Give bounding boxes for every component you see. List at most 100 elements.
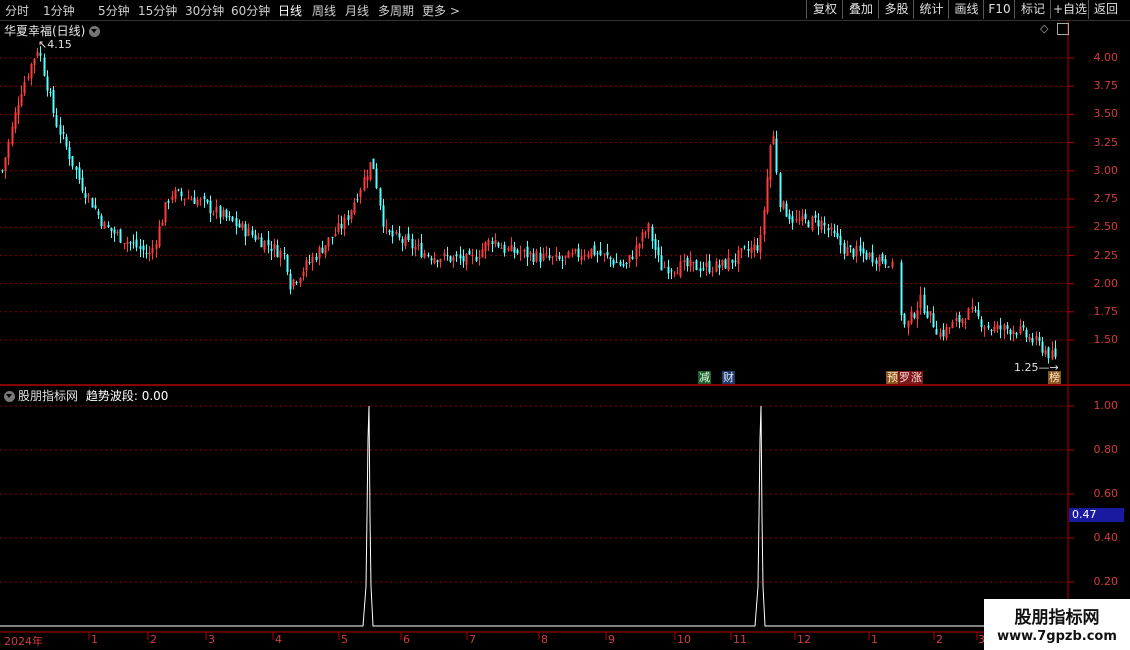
x-label-6: 6 — [403, 633, 410, 646]
candle-body — [1009, 329, 1012, 335]
candle-body — [548, 255, 551, 258]
candle-body — [529, 252, 532, 255]
candle-body — [228, 216, 231, 218]
candle-body — [750, 247, 753, 253]
candle-body — [542, 253, 545, 261]
candle-body — [865, 252, 868, 260]
candle-body — [641, 232, 644, 242]
candle-body — [503, 244, 506, 253]
candle-body — [814, 215, 817, 218]
x-label-7: 7 — [469, 633, 476, 646]
candle-body — [27, 77, 30, 79]
dropdown-circle-icon[interactable] — [89, 26, 101, 37]
candle-body — [564, 255, 567, 258]
candle-body — [439, 259, 442, 263]
indicator-source: 股朋指标网 — [18, 389, 79, 403]
y-tick-375: 3.75 — [1093, 79, 1119, 92]
candle-body — [737, 250, 740, 265]
candle-body — [884, 259, 887, 265]
candle-body — [20, 93, 23, 106]
candle-body — [823, 222, 826, 226]
candle-body — [862, 248, 865, 254]
candle-body — [734, 260, 737, 262]
candle-body — [622, 264, 625, 266]
candle-body — [967, 308, 970, 320]
indicator-value-label: 趋势波段: 0.00 — [85, 389, 169, 403]
candle-body — [567, 251, 570, 259]
candle-body — [462, 256, 465, 262]
candle-body — [606, 251, 609, 256]
candle-body — [705, 262, 708, 268]
diamond-icon[interactable]: ◇ — [1040, 22, 1048, 35]
candle-body — [494, 240, 497, 244]
candle-body — [59, 124, 62, 135]
candle-body — [711, 271, 714, 273]
candle-body — [756, 245, 759, 251]
candle-body — [715, 261, 718, 272]
candle-body — [903, 313, 906, 325]
candle-body — [299, 278, 302, 284]
candlesticks — [1, 46, 1057, 364]
candle-body — [407, 233, 410, 241]
trend-wave-line — [0, 405, 1066, 627]
candle-body — [379, 188, 382, 206]
candle-body — [660, 255, 663, 271]
candle-body — [724, 259, 727, 269]
candle-body — [420, 242, 423, 258]
candle-body — [318, 247, 321, 259]
window-toggle-icon[interactable] — [1057, 23, 1069, 35]
candle-body — [558, 256, 561, 260]
candle-body — [225, 209, 228, 218]
candle-body — [471, 254, 474, 256]
candle-body — [1015, 332, 1018, 335]
candle-body — [417, 244, 420, 246]
candle-body — [945, 326, 948, 338]
candle-body — [270, 248, 273, 252]
candle-body — [177, 189, 180, 191]
candle-body — [1047, 347, 1050, 359]
candle-body — [158, 225, 161, 247]
low-marker-value: 1.25 — [1014, 361, 1039, 374]
candle-body — [891, 261, 894, 268]
event-tag-finance[interactable]: 财 — [722, 371, 735, 384]
candle-body — [692, 261, 695, 264]
event-tag-reduce[interactable]: 减 — [698, 371, 711, 384]
candle-body — [244, 224, 247, 237]
kline-chart[interactable] — [0, 0, 1130, 650]
candle-body — [753, 244, 756, 251]
candle-body — [663, 267, 666, 269]
candle-body — [1028, 337, 1031, 340]
candle-body — [91, 198, 94, 208]
candle-body — [929, 311, 932, 316]
watermark-url: www.7gpzb.com — [997, 629, 1117, 644]
candle-body — [609, 257, 612, 260]
candle-body — [401, 239, 404, 243]
candle-body — [305, 260, 308, 271]
x-label-11: 11 — [733, 633, 747, 646]
candle-body — [375, 168, 378, 189]
candle-body — [590, 248, 593, 257]
candle-body — [71, 156, 74, 167]
y-tick-200: 2.00 — [1093, 277, 1119, 290]
candle-body — [673, 272, 676, 274]
candle-body — [302, 271, 305, 276]
candle-body — [283, 253, 286, 255]
candle-body — [555, 254, 558, 258]
x-label-12: 12 — [797, 633, 811, 646]
x-label-year: 2024年 — [4, 635, 43, 648]
candle-body — [17, 104, 20, 116]
candle-body — [849, 245, 852, 248]
candle-body — [596, 253, 599, 255]
candle-body — [247, 228, 250, 236]
indicator-dropdown-icon[interactable] — [4, 391, 15, 402]
candle-body — [238, 223, 241, 228]
candle-body — [452, 256, 455, 261]
candle-body — [404, 236, 407, 247]
candle-body — [167, 200, 170, 203]
candle-body — [900, 262, 903, 316]
x-label-1: 1 — [91, 633, 98, 646]
event-tag-list[interactable]: 榜 — [1048, 371, 1061, 384]
event-tag-rise[interactable]: 涨 — [910, 371, 923, 384]
candle-body — [523, 249, 526, 252]
candle-body — [75, 166, 78, 170]
